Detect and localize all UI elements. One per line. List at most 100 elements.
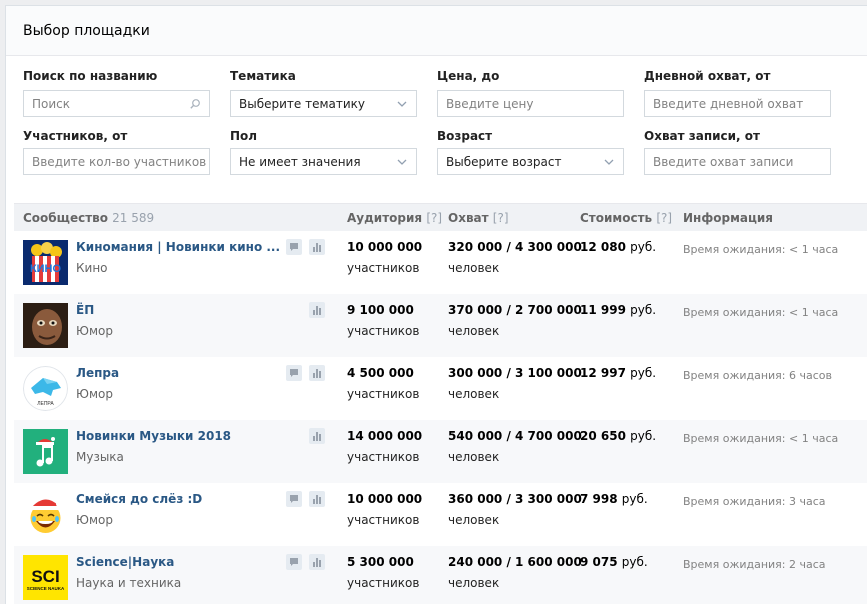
message-icon xyxy=(290,369,298,377)
stats-icon xyxy=(313,369,321,378)
col-community[interactable]: Сообщество 21 589 xyxy=(23,211,154,225)
message-button[interactable] xyxy=(286,554,302,570)
help-hint[interactable]: [?] xyxy=(493,211,509,225)
avatar-text: КИНО xyxy=(30,263,62,275)
post-reach-input[interactable]: Введите охват записи xyxy=(644,148,831,175)
audience-unit: участников xyxy=(347,450,420,464)
search-placeholder: Поиск xyxy=(32,96,71,111)
avatar[interactable] xyxy=(23,303,68,348)
science-avatar-icon: SCI SCIENCE NAUKA xyxy=(23,555,68,600)
table-row[interactable]: Новинки Музыки 2018 Музыка 14 000 000 уч… xyxy=(14,420,867,483)
reach-value: 540 000 / 4 700 000 xyxy=(448,429,582,443)
community-name[interactable]: ЁП xyxy=(76,303,94,317)
avatar[interactable] xyxy=(23,492,68,537)
audience-unit: участников xyxy=(347,387,420,401)
info-text: Время ожидания: 6 часов xyxy=(683,369,832,382)
reach-unit: человек xyxy=(448,387,500,401)
currency: руб. xyxy=(621,555,648,569)
help-hint[interactable]: [?] xyxy=(426,211,442,225)
currency: руб. xyxy=(630,429,657,443)
reach-unit: человек xyxy=(448,513,500,527)
members-input[interactable]: Введите кол-во участников xyxy=(23,148,210,175)
audience-value: 4 500 000 xyxy=(347,366,414,380)
price-cell: 12 080 руб. xyxy=(580,240,656,254)
age-select[interactable]: Выберите возраст xyxy=(437,148,624,175)
info-text: Время ожидания: 2 часа xyxy=(683,558,826,571)
price-input[interactable]: Введите цену xyxy=(437,90,624,117)
avatar[interactable] xyxy=(23,429,68,474)
stats-button[interactable] xyxy=(309,365,325,381)
col-reach[interactable]: Охват [?] xyxy=(448,211,509,225)
reach-value: 320 000 / 4 300 000 xyxy=(448,240,582,254)
audience-value: 9 100 000 xyxy=(347,303,414,317)
avatar[interactable]: SCI SCIENCE NAUKA xyxy=(23,555,68,600)
stats-button[interactable] xyxy=(309,491,325,507)
community-category: Юмор xyxy=(76,513,113,527)
message-button[interactable] xyxy=(286,491,302,507)
community-count: 21 589 xyxy=(112,211,155,225)
price-cell: 9 075 руб. xyxy=(580,555,648,569)
laughing-emoji-avatar-icon xyxy=(23,492,68,537)
message-icon xyxy=(290,495,298,503)
stats-button[interactable] xyxy=(309,239,325,255)
community-category: Юмор xyxy=(76,324,113,338)
col-audience[interactable]: Аудитория [?] xyxy=(347,211,442,225)
reach-value: 240 000 / 1 600 000 xyxy=(448,555,582,569)
help-hint[interactable]: [?] xyxy=(656,211,672,225)
search-icon xyxy=(190,99,200,109)
avatar-text: ЛЕПРА xyxy=(37,401,54,407)
col-info: Информация xyxy=(683,211,773,225)
topic-select[interactable]: Выберите тематику xyxy=(230,90,417,117)
col-reach-label: Охват xyxy=(448,211,489,225)
reach-value: 300 000 / 3 100 000 xyxy=(448,366,582,380)
daily-reach-placeholder: Введите дневной охват xyxy=(653,96,804,111)
community-name[interactable]: Смейся до слёз :D xyxy=(76,492,202,506)
topic-select-value: Выберите тематику xyxy=(239,96,366,111)
gender-filter-label: Пол xyxy=(230,129,258,143)
price-cell: 7 998 руб. xyxy=(580,492,648,506)
info-text: Время ожидания: < 1 часа xyxy=(683,243,839,256)
community-name[interactable]: Киномания | Новинки кино ... xyxy=(76,240,280,254)
table-row[interactable]: SCI SCIENCE NAUKA Science|Наука Наука и … xyxy=(14,546,867,604)
stats-button[interactable] xyxy=(309,554,325,570)
message-button[interactable] xyxy=(286,365,302,381)
stats-button[interactable] xyxy=(309,302,325,318)
reach-unit: человек xyxy=(448,576,500,590)
search-input[interactable]: Поиск xyxy=(23,90,210,117)
gender-select-value: Не имеет значения xyxy=(239,154,361,169)
chevron-down-icon xyxy=(397,101,407,107)
currency: руб. xyxy=(630,366,657,380)
gender-select[interactable]: Не имеет значения xyxy=(230,148,417,175)
reach-unit: человек xyxy=(448,261,500,275)
col-price-label: Стоимость xyxy=(580,211,653,225)
table-row[interactable]: КИНО Киномания | Новинки кино ... Кино 1… xyxy=(14,231,867,294)
avatar[interactable]: КИНО xyxy=(23,240,68,285)
table-header: Сообщество 21 589 Аудитория [?] Охват [?… xyxy=(14,203,867,231)
page-title: Выбор площадки xyxy=(23,22,150,39)
price-value: 7 998 xyxy=(580,492,618,506)
community-name[interactable]: Лепра xyxy=(76,366,119,380)
currency: руб. xyxy=(630,303,657,317)
table-row[interactable]: ЛЕПРА Лепра Юмор 4 500 000 участников 30… xyxy=(14,357,867,420)
audience-value: 10 000 000 xyxy=(347,492,423,506)
community-category: Юмор xyxy=(76,387,113,401)
message-button[interactable] xyxy=(286,239,302,255)
stats-button[interactable] xyxy=(309,428,325,444)
avatar[interactable]: ЛЕПРА xyxy=(23,366,68,411)
col-community-label: Сообщество xyxy=(23,211,108,225)
info-text: Время ожидания: < 1 часа xyxy=(683,432,839,445)
col-price[interactable]: Стоимость [?] xyxy=(580,211,672,225)
info-text: Время ожидания: < 1 часа xyxy=(683,306,839,319)
table-row[interactable]: Смейся до слёз :D Юмор 10 000 000 участн… xyxy=(14,483,867,546)
age-select-value: Выберите возраст xyxy=(446,154,562,169)
price-cell: 11 999 руб. xyxy=(580,303,656,317)
community-name[interactable]: Новинки Музыки 2018 xyxy=(76,429,231,443)
community-name[interactable]: Science|Наука xyxy=(76,555,174,569)
price-value: 12 997 xyxy=(580,366,626,380)
message-icon xyxy=(290,558,298,566)
post-reach-filter-label: Охват записи, от xyxy=(644,129,760,143)
members-filter-label: Участников, от xyxy=(23,129,128,143)
table-row[interactable]: ЁП Юмор 9 100 000 участников 370 000 / 2… xyxy=(14,294,867,357)
daily-reach-input[interactable]: Введите дневной охват xyxy=(644,90,831,117)
reach-unit: человек xyxy=(448,450,500,464)
